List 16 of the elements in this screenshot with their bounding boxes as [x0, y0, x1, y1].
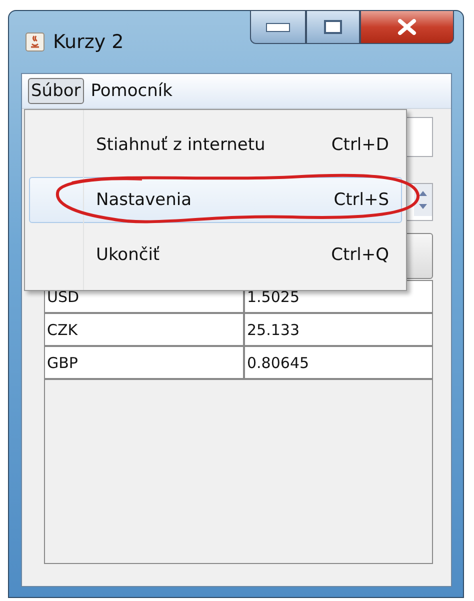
table-cell-text: 1.5025 — [246, 286, 300, 308]
menu-title[interactable]: Pomocník — [88, 78, 176, 104]
close-button[interactable] — [360, 10, 454, 44]
table-cell-text: 0.80645 — [246, 352, 310, 374]
close-icon[interactable] — [397, 19, 417, 35]
menu-item[interactable]: Stiahnuť z internetu Ctrl+D — [29, 122, 402, 168]
menu-item[interactable]: Ukončiť Ctrl+Q — [29, 232, 402, 278]
table-cell: CZK — [45, 314, 245, 345]
menu-title[interactable]: Súbor — [28, 78, 84, 104]
table-cell: GBP — [45, 347, 245, 378]
app-icon — [25, 32, 45, 52]
minimize-button[interactable] — [250, 10, 306, 44]
spinner-arrows-icon[interactable] — [414, 184, 432, 216]
table-cell-text: 25.133 — [246, 320, 300, 340]
window-title: Kurzy 2 — [53, 31, 124, 53]
maximize-button[interactable] — [306, 10, 360, 44]
